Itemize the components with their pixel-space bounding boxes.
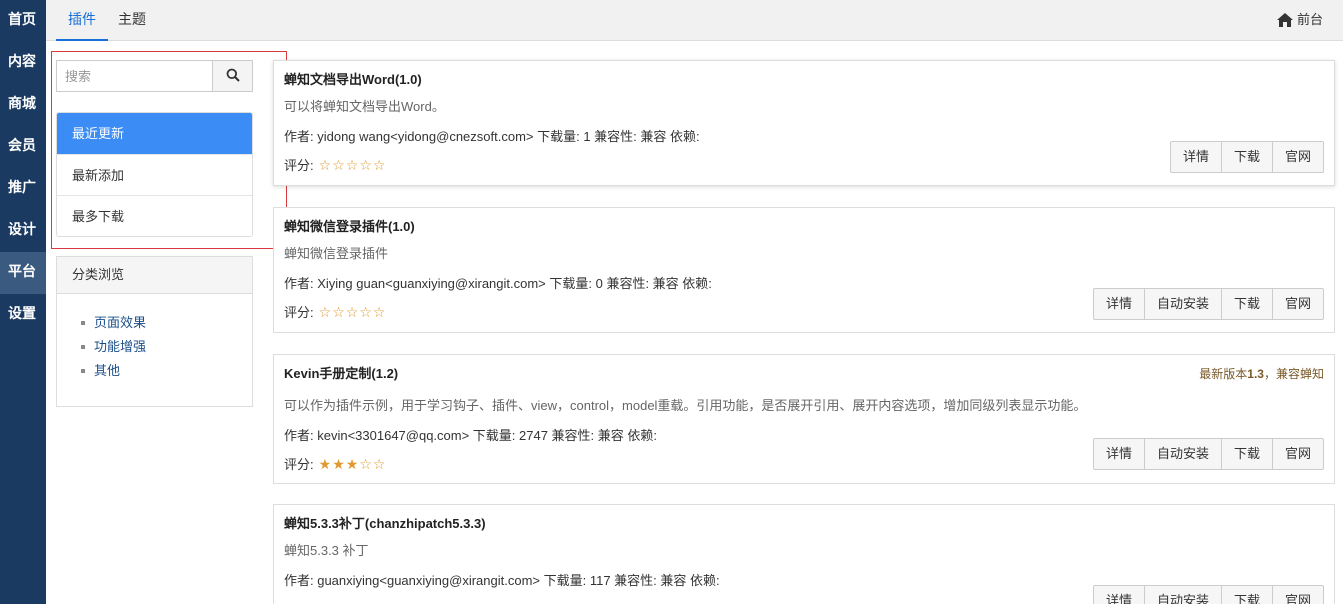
left-nav: 首页 内容 商城 会员 推广 设计 平台 设置 bbox=[0, 0, 46, 604]
plugin-actions: 详情 自动安装 下载 官网 bbox=[1092, 585, 1324, 604]
auto-install-button[interactable]: 自动安装 bbox=[1143, 438, 1222, 470]
rating-label: 评分: bbox=[284, 158, 314, 173]
star-empty-icon: ☆ bbox=[372, 156, 386, 173]
plugin-actions: 详情 下载 官网 bbox=[1169, 141, 1324, 173]
plugin-rating: 评分: ☆ ☆ ☆ ☆ ☆ bbox=[284, 302, 385, 321]
latest-suffix: ，兼容蝉知 bbox=[1263, 367, 1324, 381]
plugin-card: Kevin手册定制(1.2) 最新版本1.3，兼容蝉知 可以作为插件示例，用于学… bbox=[273, 354, 1335, 484]
plugin-title[interactable]: Kevin手册定制(1.2) bbox=[284, 363, 398, 382]
auto-install-button[interactable]: 自动安装 bbox=[1143, 288, 1222, 320]
bullet-icon bbox=[81, 321, 85, 325]
star-empty-icon: ☆ bbox=[359, 455, 372, 472]
star-empty-icon: ☆ bbox=[372, 303, 386, 320]
nav-item-members[interactable]: 会员 bbox=[0, 126, 46, 168]
plugin-card: 蝉知微信登录插件(1.0) 蝉知微信登录插件 作者: Xiying guan<g… bbox=[273, 207, 1335, 333]
category-item[interactable]: 其他 bbox=[81, 359, 252, 383]
rating-stars: ☆ ☆ ☆ ☆ ☆ bbox=[319, 158, 386, 172]
home-icon bbox=[1276, 13, 1293, 27]
nav-item-shop[interactable]: 商城 bbox=[0, 84, 46, 126]
rating-label: 评分: bbox=[284, 457, 314, 472]
star-filled-icon: ★ bbox=[318, 455, 332, 472]
latest-version-note: 最新版本1.3，兼容蝉知 bbox=[1199, 365, 1324, 382]
plugin-rating: 评分: ★ ★ ★ ☆ ☆ bbox=[284, 454, 385, 473]
plugin-title[interactable]: 蝉知5.3.3补丁(chanzhipatch5.3.3) bbox=[284, 513, 486, 532]
auto-install-button[interactable]: 自动安装 bbox=[1143, 585, 1222, 604]
star-empty-icon: ☆ bbox=[332, 156, 345, 173]
rating-label: 评分: bbox=[284, 305, 314, 320]
star-filled-icon: ★ bbox=[332, 455, 345, 472]
download-button[interactable]: 下载 bbox=[1220, 288, 1273, 320]
bullet-icon bbox=[81, 369, 85, 373]
star-empty-icon: ☆ bbox=[345, 156, 359, 173]
category-list: 页面效果 功能增强 其他 bbox=[57, 294, 252, 383]
details-button[interactable]: 详情 bbox=[1169, 141, 1222, 173]
nav-item-content[interactable]: 内容 bbox=[0, 42, 46, 84]
nav-item-settings[interactable]: 设置 bbox=[0, 294, 46, 336]
plugin-meta: 作者: kevin<3301647@qq.com> 下载量: 2747 兼容性:… bbox=[284, 428, 658, 443]
nav-item-home[interactable]: 首页 bbox=[0, 0, 46, 42]
plugin-description: 蝉知5.3.3 补丁 bbox=[284, 543, 369, 558]
plugin-card: 蝉知文档导出Word(1.0) 可以将蝉知文档导出Word。 作者: yidon… bbox=[273, 60, 1335, 186]
rating-stars: ★ ★ ★ ☆ ☆ bbox=[319, 457, 386, 471]
plugin-meta: 作者: yidong wang<yidong@cnezsoft.com> 下载量… bbox=[284, 129, 700, 144]
plugin-title[interactable]: 蝉知微信登录插件(1.0) bbox=[284, 216, 415, 235]
rating-stars: ☆ ☆ ☆ ☆ ☆ bbox=[319, 305, 386, 319]
star-empty-icon: ☆ bbox=[359, 156, 372, 173]
nav-item-promotion[interactable]: 推广 bbox=[0, 168, 46, 210]
menu-item-newest[interactable]: 最新添加 bbox=[57, 154, 252, 195]
website-button[interactable]: 官网 bbox=[1271, 288, 1324, 320]
sidebar: 最近更新 最新添加 最多下载 bbox=[56, 60, 253, 237]
category-title: 分类浏览 bbox=[57, 257, 252, 294]
frontend-label: 前台 bbox=[1296, 12, 1323, 27]
search-icon bbox=[226, 68, 240, 85]
plugin-meta: 作者: Xiying guan<guanxiying@xirangit.com>… bbox=[284, 276, 712, 291]
details-button[interactable]: 详情 bbox=[1092, 438, 1145, 470]
category-label: 其他 bbox=[94, 363, 121, 378]
details-button[interactable]: 详情 bbox=[1092, 585, 1145, 604]
star-filled-icon: ★ bbox=[345, 455, 359, 472]
category-label: 页面效果 bbox=[94, 315, 147, 330]
search-input[interactable] bbox=[57, 61, 212, 91]
nav-item-design[interactable]: 设计 bbox=[0, 210, 46, 252]
plugin-title[interactable]: 蝉知文档导出Word(1.0) bbox=[284, 69, 422, 88]
plugin-actions: 详情 自动安装 下载 官网 bbox=[1092, 288, 1324, 320]
category-item[interactable]: 页面效果 bbox=[81, 311, 252, 335]
star-empty-icon: ☆ bbox=[359, 303, 372, 320]
menu-item-recently-updated[interactable]: 最近更新 bbox=[57, 113, 252, 154]
bullet-icon bbox=[81, 345, 85, 349]
plugin-rating: 评分: ☆ ☆ ☆ ☆ ☆ bbox=[284, 155, 385, 174]
star-empty-icon: ☆ bbox=[372, 455, 386, 472]
star-empty-icon: ☆ bbox=[332, 303, 345, 320]
website-button[interactable]: 官网 bbox=[1271, 141, 1324, 173]
plugin-card: 蝉知5.3.3补丁(chanzhipatch5.3.3) 蝉知5.3.3 补丁 … bbox=[273, 504, 1335, 604]
frontend-link[interactable]: 前台 bbox=[1276, 0, 1323, 40]
star-empty-icon: ☆ bbox=[318, 303, 332, 320]
plugin-meta: 作者: guanxiying<guanxiying@xirangit.com> … bbox=[284, 573, 720, 588]
download-button[interactable]: 下载 bbox=[1220, 585, 1273, 604]
download-button[interactable]: 下载 bbox=[1220, 438, 1273, 470]
search-box bbox=[56, 60, 253, 92]
latest-version: 1.3 bbox=[1247, 367, 1264, 381]
tab-themes[interactable]: 主题 bbox=[106, 0, 158, 40]
latest-prefix: 最新版本 bbox=[1199, 367, 1248, 381]
details-button[interactable]: 详情 bbox=[1092, 288, 1145, 320]
star-empty-icon: ☆ bbox=[345, 303, 359, 320]
category-item[interactable]: 功能增强 bbox=[81, 335, 252, 359]
nav-item-platform[interactable]: 平台 bbox=[0, 252, 46, 294]
plugin-description: 可以将蝉知文档导出Word。 bbox=[284, 99, 445, 114]
search-button[interactable] bbox=[212, 61, 252, 91]
star-empty-icon: ☆ bbox=[318, 156, 332, 173]
plugin-actions: 详情 自动安装 下载 官网 bbox=[1092, 438, 1324, 470]
sort-menu: 最近更新 最新添加 最多下载 bbox=[56, 112, 253, 237]
download-button[interactable]: 下载 bbox=[1220, 141, 1273, 173]
menu-item-most-downloaded[interactable]: 最多下载 bbox=[57, 195, 252, 236]
category-panel: 分类浏览 页面效果 功能增强 其他 bbox=[56, 256, 253, 407]
website-button[interactable]: 官网 bbox=[1271, 585, 1324, 604]
website-button[interactable]: 官网 bbox=[1271, 438, 1324, 470]
category-label: 功能增强 bbox=[94, 339, 147, 354]
plugin-description: 蝉知微信登录插件 bbox=[284, 246, 389, 261]
plugin-description: 可以作为插件示例，用于学习钩子、插件、view，control，model重载。… bbox=[284, 398, 1087, 413]
tab-plugins[interactable]: 插件 bbox=[56, 0, 108, 41]
top-bar: 插件 主题 前台 bbox=[46, 0, 1343, 41]
